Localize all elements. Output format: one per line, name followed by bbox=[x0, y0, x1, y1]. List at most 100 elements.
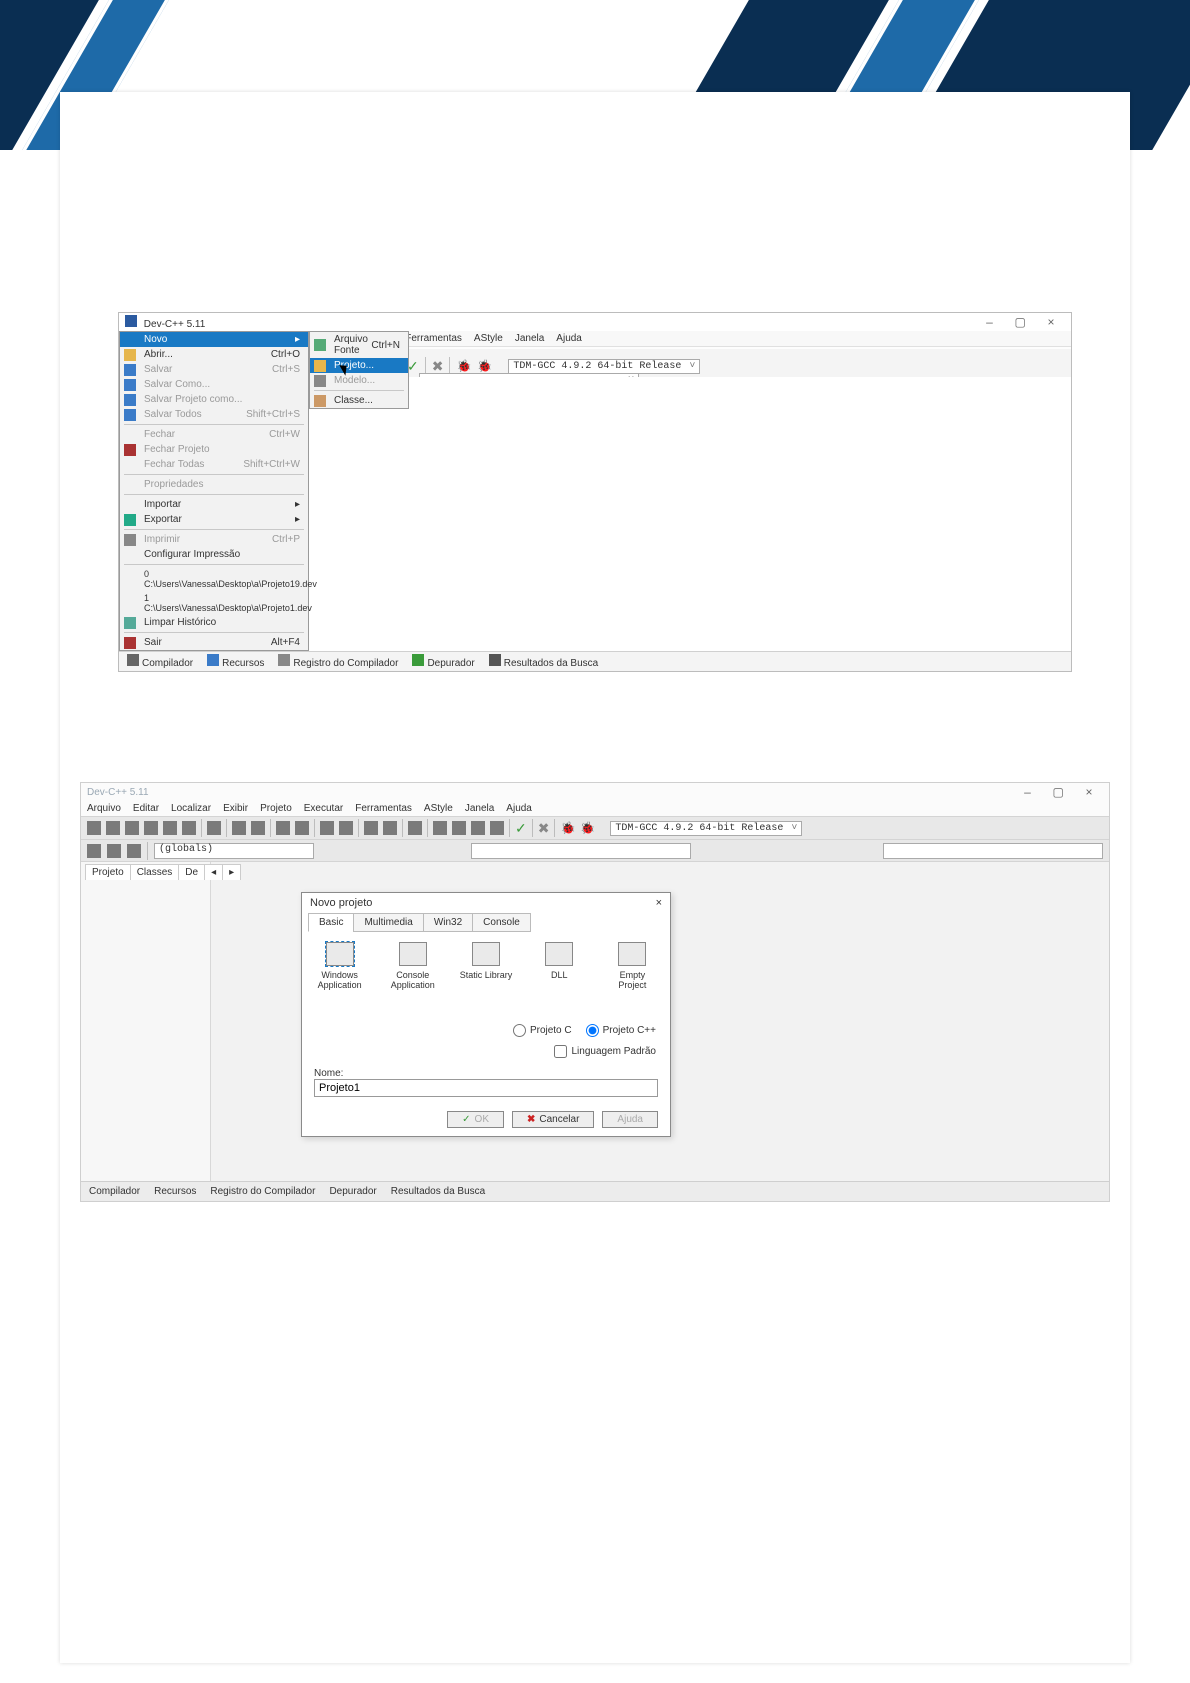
menu-exibir[interactable]: Exibir bbox=[223, 803, 248, 814]
menu-ajuda[interactable]: Ajuda bbox=[506, 803, 532, 814]
tab-classes[interactable]: Classes bbox=[130, 864, 180, 880]
tab-compilador[interactable]: Compilador bbox=[127, 654, 193, 669]
opt-lang-default[interactable]: Linguagem Padrão bbox=[554, 1045, 656, 1058]
menu-limpar[interactable]: Limpar Histórico bbox=[120, 615, 308, 630]
ptype-console-app[interactable]: Console Application bbox=[385, 942, 440, 990]
compile-icon[interactable] bbox=[320, 821, 334, 835]
sub-classe[interactable]: Classe... bbox=[310, 393, 408, 408]
tab-recursos[interactable]: Recursos bbox=[154, 1186, 196, 1197]
dlg-tab-console[interactable]: Console bbox=[472, 913, 531, 932]
bug-icon[interactable]: 🐞 bbox=[580, 821, 595, 835]
print-icon[interactable] bbox=[207, 821, 221, 835]
saveall-icon[interactable] bbox=[144, 821, 158, 835]
undo-icon[interactable] bbox=[232, 821, 246, 835]
ptype-dll[interactable]: DLL bbox=[532, 942, 587, 990]
redo-icon[interactable] bbox=[251, 821, 265, 835]
opt-projeto-c[interactable]: Projeto C bbox=[513, 1024, 572, 1037]
x-icon[interactable]: ✖ bbox=[538, 820, 550, 837]
menu-recent-0[interactable]: 0 C:\Users\Vanessa\Desktop\a\Projeto19.d… bbox=[120, 567, 308, 591]
tab-registro[interactable]: Registro do Compilador bbox=[278, 654, 398, 669]
find-icon[interactable] bbox=[276, 821, 290, 835]
globals-selector[interactable]: (globals) bbox=[154, 843, 314, 859]
into-icon[interactable] bbox=[490, 821, 504, 835]
titlebar: Dev-C++ 5.11 – ▢ × bbox=[119, 313, 1071, 331]
tab-recursos[interactable]: Recursos bbox=[207, 654, 264, 669]
menu-novo[interactable]: Novo▸ bbox=[120, 332, 308, 347]
menu-ferramentas[interactable]: Ferramentas bbox=[355, 803, 412, 814]
tab-busca[interactable]: Resultados da Busca bbox=[391, 1186, 486, 1197]
menu-sair[interactable]: SairAlt+F4 bbox=[120, 635, 308, 650]
menu-janela[interactable]: Janela bbox=[465, 803, 494, 814]
tab-compilador[interactable]: Compilador bbox=[89, 1186, 140, 1197]
nav-stop-icon[interactable] bbox=[127, 844, 141, 858]
max-button[interactable]: ▢ bbox=[1044, 785, 1072, 799]
tab-scroll-l[interactable]: ◂ bbox=[204, 864, 223, 880]
rebuild-icon[interactable] bbox=[383, 821, 397, 835]
save-icon[interactable] bbox=[125, 821, 139, 835]
dialog-close-button[interactable]: × bbox=[656, 897, 662, 909]
tab-debug[interactable]: De bbox=[178, 864, 205, 880]
help-button[interactable]: Ajuda bbox=[602, 1111, 658, 1128]
empty-project-icon bbox=[618, 942, 646, 966]
menu-localizar[interactable]: Localizar bbox=[171, 803, 211, 814]
compiler-selector[interactable]: TDM-GCC 4.9.2 64-bit Release bbox=[610, 821, 802, 836]
tab-busca[interactable]: Resultados da Busca bbox=[489, 654, 599, 669]
dlg-tab-win32[interactable]: Win32 bbox=[423, 913, 473, 932]
tab-registro[interactable]: Registro do Compilador bbox=[210, 1186, 315, 1197]
close-button[interactable]: × bbox=[1075, 785, 1103, 799]
debug-icon[interactable] bbox=[408, 821, 422, 835]
stop-icon[interactable] bbox=[452, 821, 466, 835]
menu-exportar[interactable]: Exportar▸ bbox=[120, 512, 308, 527]
run-icon[interactable] bbox=[339, 821, 353, 835]
empty-selector-2[interactable] bbox=[883, 843, 1103, 859]
ok-button[interactable]: ✓OK bbox=[447, 1111, 504, 1128]
nav-back-icon[interactable] bbox=[87, 844, 101, 858]
check-icon[interactable]: ✓ bbox=[515, 820, 527, 837]
replace-icon[interactable] bbox=[295, 821, 309, 835]
tab-scroll-r[interactable]: ▸ bbox=[222, 864, 241, 880]
menu-fechar-todos: Fechar TodasShift+Ctrl+W bbox=[120, 457, 308, 472]
bug-icon[interactable]: 🐞 bbox=[560, 821, 575, 835]
empty-selector-1[interactable] bbox=[471, 843, 691, 859]
tab-depurador[interactable]: Depurador bbox=[412, 654, 474, 669]
open-icon bbox=[124, 349, 136, 361]
sub-arquivo-fonte[interactable]: Arquivo Fonte Ctrl+N bbox=[310, 332, 408, 358]
menu-arquivo[interactable]: Arquivo bbox=[87, 803, 121, 814]
tab-depurador[interactable]: Depurador bbox=[329, 1186, 376, 1197]
project-name-input[interactable] bbox=[314, 1079, 658, 1097]
side-panel: Projeto Classes De ◂ ▸ bbox=[81, 862, 211, 1192]
min-button[interactable]: – bbox=[1013, 785, 1041, 799]
nav-fwd-icon[interactable] bbox=[107, 844, 121, 858]
dlg-tab-basic[interactable]: Basic bbox=[308, 913, 354, 932]
menu-executar[interactable]: Executar bbox=[304, 803, 343, 814]
menu-editar[interactable]: Editar bbox=[133, 803, 159, 814]
min-button[interactable]: – bbox=[975, 315, 1003, 329]
open-icon[interactable] bbox=[106, 821, 120, 835]
saveas-icon[interactable] bbox=[163, 821, 177, 835]
menu-conf-impr[interactable]: Configurar Impressão bbox=[120, 547, 308, 562]
sub-projeto[interactable]: Projeto... bbox=[310, 358, 408, 373]
menu-recent-1[interactable]: 1 C:\Users\Vanessa\Desktop\a\Projeto1.de… bbox=[120, 591, 308, 615]
menu-projeto[interactable]: Projeto bbox=[260, 803, 292, 814]
tile-icon[interactable] bbox=[433, 821, 447, 835]
opt-projeto-cpp[interactable]: Projeto C++ bbox=[586, 1024, 656, 1037]
new-icon[interactable] bbox=[87, 821, 101, 835]
dlg-tab-multimedia[interactable]: Multimedia bbox=[353, 913, 423, 932]
app-icon bbox=[125, 315, 137, 327]
close-icon[interactable] bbox=[182, 821, 196, 835]
console-app-icon bbox=[399, 942, 427, 966]
close-button[interactable]: × bbox=[1037, 315, 1065, 329]
max-button[interactable]: ▢ bbox=[1006, 315, 1034, 329]
ptype-empty[interactable]: Empty Project bbox=[605, 942, 660, 990]
menu-abrir[interactable]: Abrir...Ctrl+O bbox=[120, 347, 308, 362]
menu-astyle[interactable]: AStyle bbox=[424, 803, 453, 814]
cancel-button[interactable]: ✖ Cancelar bbox=[512, 1111, 594, 1128]
menu-fechar-projeto: Fechar Projeto bbox=[120, 442, 308, 457]
ptype-static-lib[interactable]: Static Library bbox=[458, 942, 513, 990]
tab-projeto[interactable]: Projeto bbox=[85, 864, 131, 880]
step-icon[interactable] bbox=[471, 821, 485, 835]
menu-importar[interactable]: Importar▸ bbox=[120, 497, 308, 512]
compile-run-icon[interactable] bbox=[364, 821, 378, 835]
novo-submenu: Arquivo Fonte Ctrl+N Projeto... Modelo..… bbox=[309, 331, 409, 409]
ptype-windows-app[interactable]: Windows Application bbox=[312, 942, 367, 990]
